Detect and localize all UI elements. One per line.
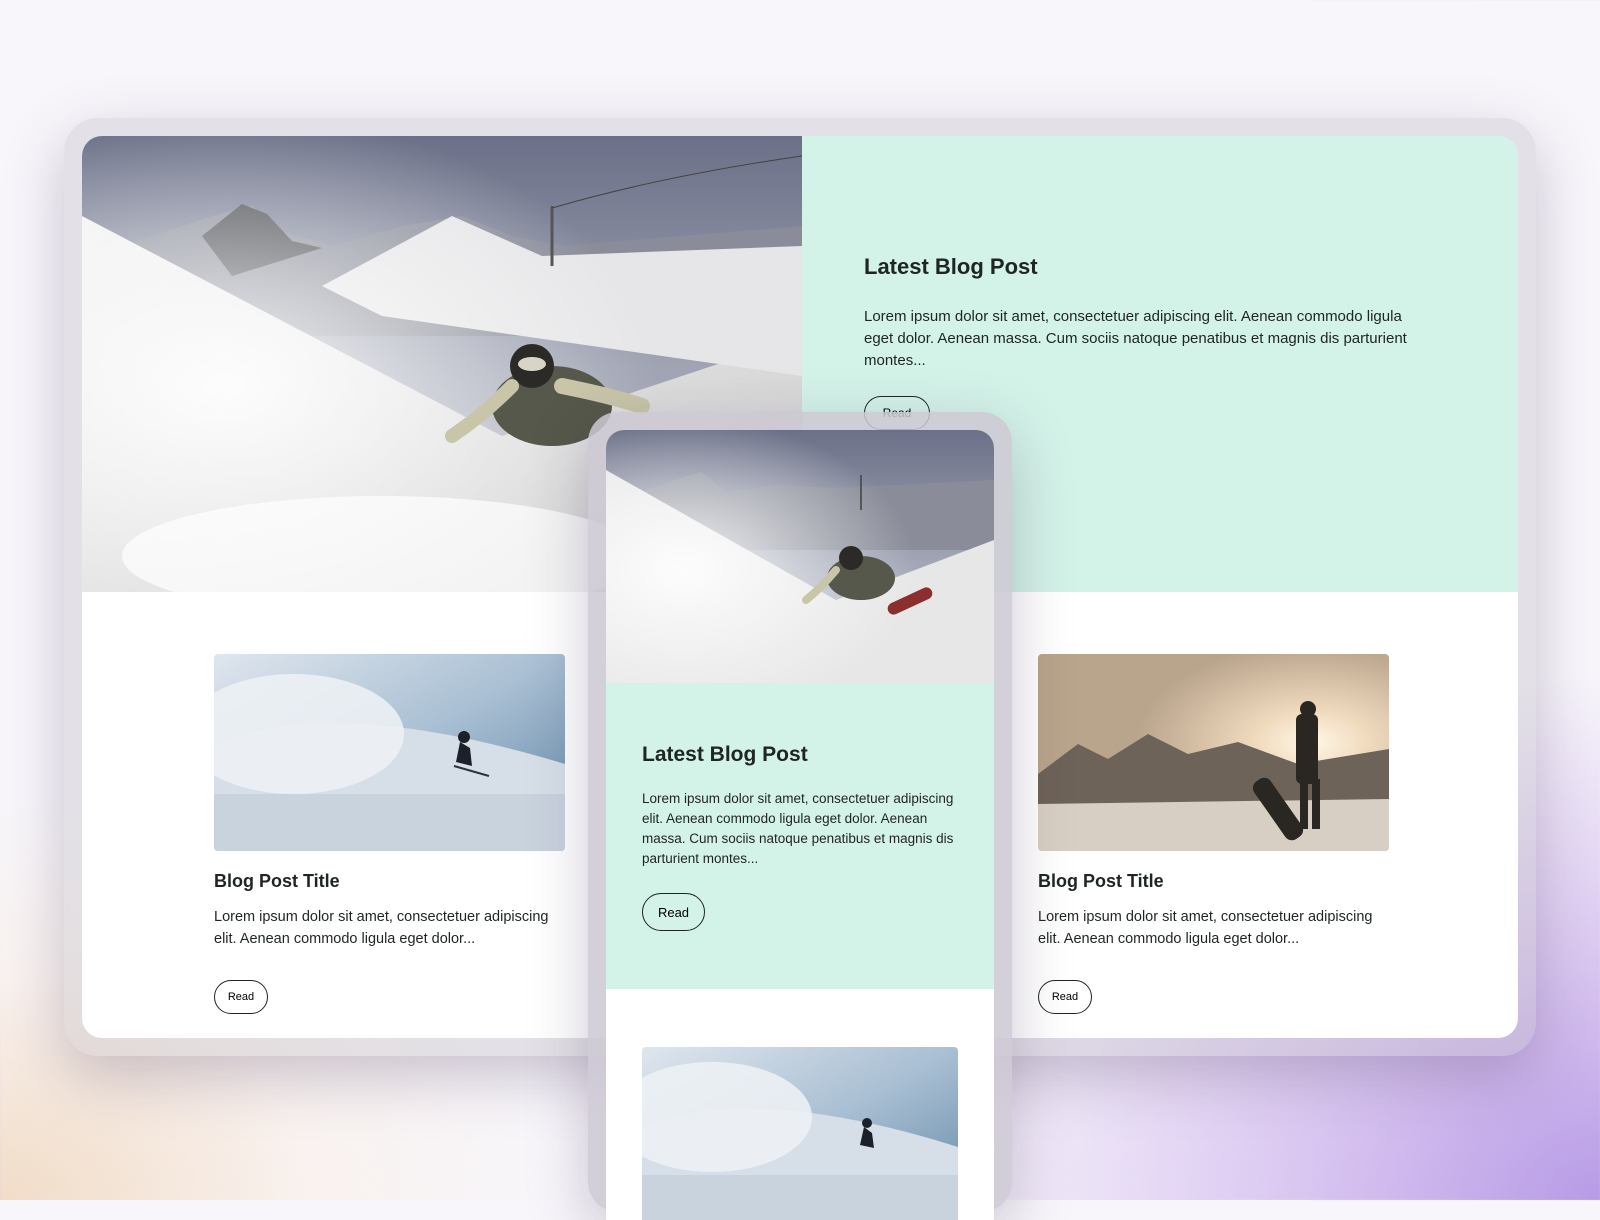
mobile-hero-title: Latest Blog Post bbox=[642, 743, 808, 766]
mobile-blog-layout: Latest Blog Post Lorem ipsum dolor sit a… bbox=[606, 430, 994, 1220]
mobile-card-image bbox=[642, 1047, 958, 1220]
hero-title: Latest Blog Post bbox=[864, 254, 1038, 279]
mobile-hero-text-panel: Latest Blog Post Lorem ipsum dolor sit a… bbox=[606, 683, 994, 989]
card-excerpt: Lorem ipsum dolor sit amet, consectetuer… bbox=[1038, 909, 1373, 947]
hero-excerpt: Lorem ipsum dolor sit amet, consectetuer… bbox=[864, 308, 1407, 369]
card-title: Blog Post Title bbox=[214, 871, 340, 891]
card-read-button[interactable]: Read bbox=[1038, 980, 1092, 1014]
mobile-hero-excerpt: Lorem ipsum dolor sit amet, consectetuer… bbox=[642, 791, 954, 866]
card-title: Blog Post Title bbox=[1038, 871, 1164, 891]
blog-card-right: Blog Post Title Lorem ipsum dolor sit am… bbox=[1038, 654, 1389, 1014]
mobile-hero-image bbox=[606, 430, 994, 683]
card-image bbox=[214, 654, 565, 851]
card-excerpt: Lorem ipsum dolor sit amet, consectetuer… bbox=[214, 909, 549, 947]
mobile-hero-read-button[interactable]: Read bbox=[642, 893, 705, 931]
card-image bbox=[1038, 654, 1389, 851]
blog-card-left: Blog Post Title Lorem ipsum dolor sit am… bbox=[214, 654, 565, 1014]
card-read-button[interactable]: Read bbox=[214, 980, 268, 1014]
